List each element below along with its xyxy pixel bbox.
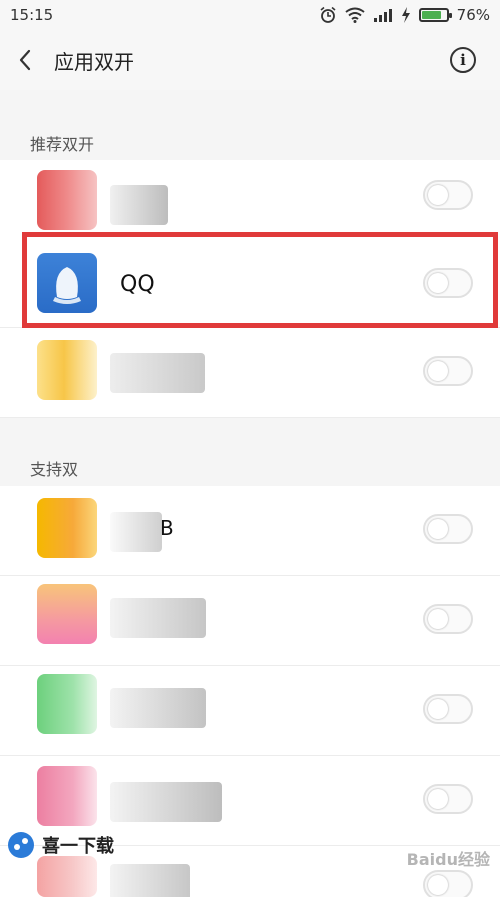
app-name-blurred <box>110 782 222 822</box>
share-logo-icon <box>8 832 34 858</box>
page-title: 应用双开 <box>54 49 134 74</box>
toggle-knob <box>428 519 448 539</box>
status-icons: 76% <box>319 6 490 24</box>
app-icon <box>37 498 97 558</box>
watermark-left: 喜一下载 <box>8 832 114 858</box>
app-icon <box>37 584 97 644</box>
toggle-knob <box>428 789 448 809</box>
app-name-blurred <box>110 864 190 897</box>
signal-icon <box>373 9 392 22</box>
watermark-right: Baidu经验 <box>406 850 490 869</box>
battery-level <box>421 11 442 19</box>
info-icon: i <box>460 51 466 69</box>
app-row <box>0 666 500 756</box>
app-name-blurred <box>110 598 206 638</box>
app-header: 应用双开 i <box>0 30 500 90</box>
app-name: B <box>160 516 174 540</box>
alarm-icon <box>320 6 336 23</box>
app-icon <box>37 170 97 230</box>
app-icon <box>37 856 97 897</box>
dual-app-toggle[interactable] <box>423 604 473 634</box>
battery-percent: 76% <box>456 6 490 24</box>
highlight-box <box>22 232 498 328</box>
app-name-blurred <box>110 353 205 393</box>
dual-app-toggle[interactable] <box>423 870 473 897</box>
app-icon <box>37 766 97 826</box>
app-icon <box>37 340 97 400</box>
dual-app-toggle[interactable] <box>423 784 473 814</box>
dual-app-toggle[interactable] <box>423 514 473 544</box>
dual-app-toggle[interactable] <box>423 356 473 386</box>
status-time: 15:15 <box>10 6 54 24</box>
toggle-knob <box>428 699 448 719</box>
app-icon <box>37 674 97 734</box>
app-name-blurred <box>110 512 162 552</box>
charging-icon <box>401 7 410 23</box>
watermark-left-text: 喜一下载 <box>42 836 114 857</box>
app-row <box>0 576 500 666</box>
back-button[interactable] <box>0 30 50 90</box>
toggle-knob <box>428 609 448 629</box>
toggle-knob <box>428 875 448 895</box>
dual-app-toggle[interactable] <box>423 180 473 210</box>
toggle-knob <box>428 361 448 381</box>
section-label-recommended: 推荐双开 <box>30 135 95 154</box>
app-name-blurred <box>110 185 168 225</box>
section-label-supported: 支持双 <box>30 460 79 479</box>
status-bar: 15:15 76% <box>0 0 500 30</box>
wifi-icon <box>345 7 365 23</box>
chevron-left-icon <box>19 49 31 71</box>
app-name-blurred <box>110 688 206 728</box>
app-row: B <box>0 486 500 576</box>
dual-app-toggle[interactable] <box>423 694 473 724</box>
toggle-knob <box>428 185 448 205</box>
info-button[interactable]: i <box>450 47 476 73</box>
battery-icon <box>418 8 452 22</box>
app-row <box>0 328 500 418</box>
